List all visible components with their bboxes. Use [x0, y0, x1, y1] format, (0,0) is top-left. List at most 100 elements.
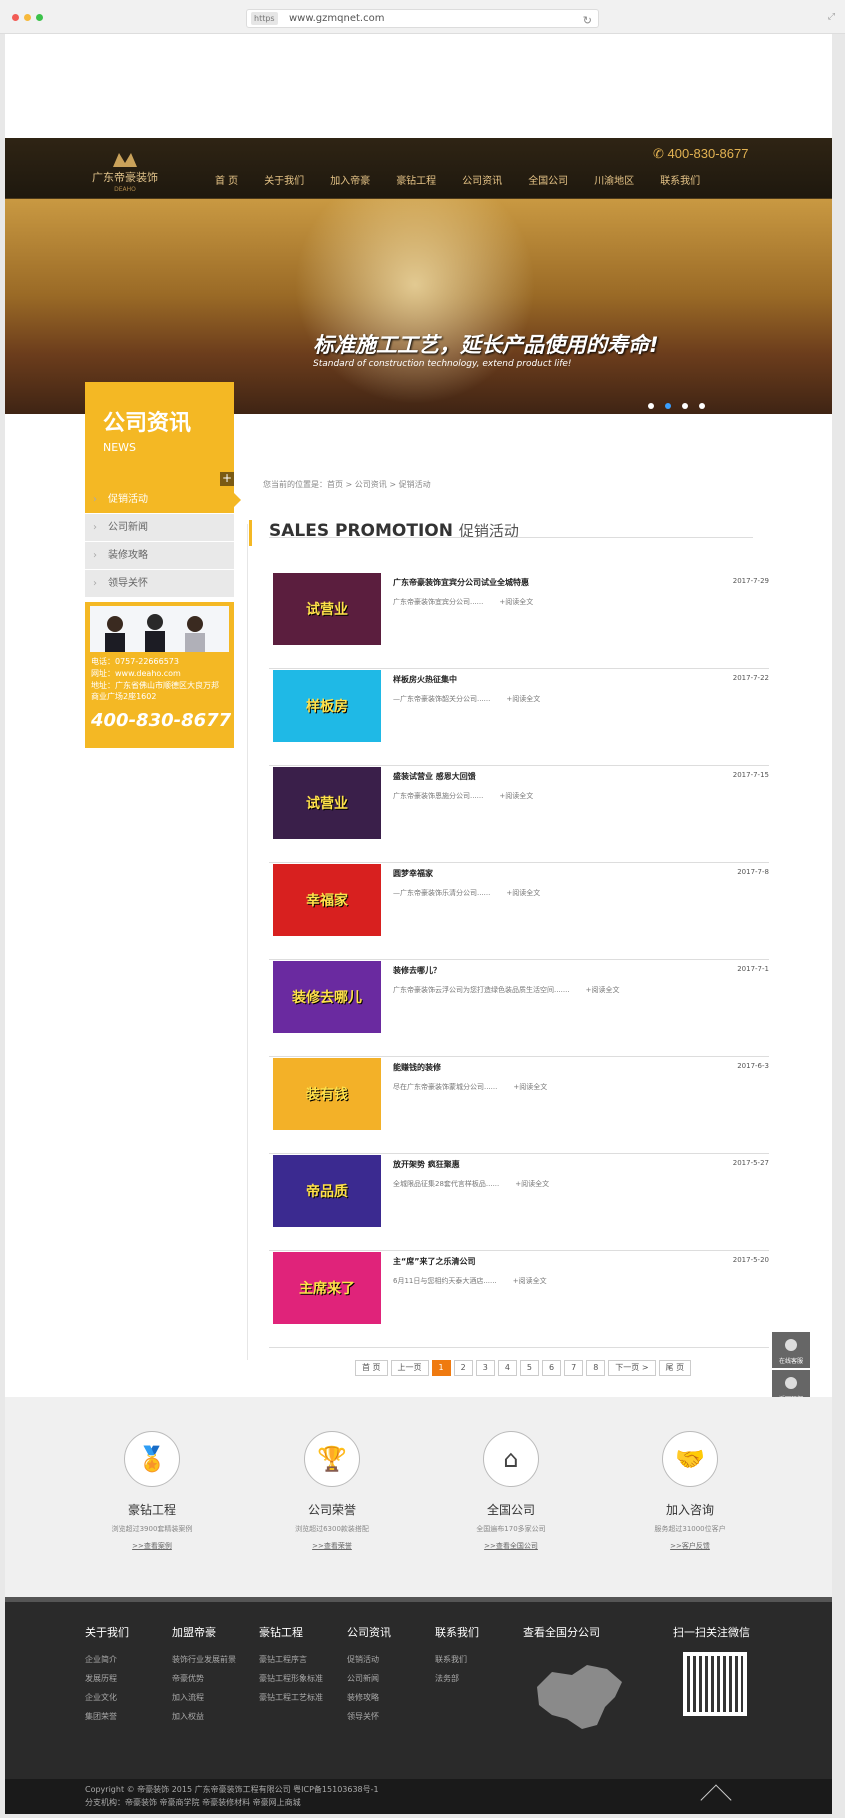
page-number[interactable]: 8	[586, 1360, 606, 1376]
page-number[interactable]: 2	[453, 1360, 473, 1376]
service-link[interactable]: >>查看案例	[87, 1541, 217, 1551]
footer-link[interactable]: 公司新闻	[347, 1673, 391, 1684]
footer-link[interactable]: 联系我们	[435, 1654, 479, 1665]
nav-item-about[interactable]: 关于我们	[264, 172, 304, 187]
service-link[interactable]: >>客户反馈	[625, 1541, 755, 1551]
footer-link[interactable]: 发展历程	[85, 1673, 129, 1684]
news-row[interactable]: 帝品质 放开架势 疯狂聚惠 全城限品征集28套代言样板品...... +阅读全文 201…	[269, 1155, 769, 1251]
sidebar-item-leaders[interactable]: 领导关怀	[85, 570, 234, 598]
logo-text: 广东帝豪装饰	[92, 170, 158, 184]
sidebar-item-promotion[interactable]: 促销活动	[85, 486, 241, 514]
news-row[interactable]: 试营业 广东帝豪装饰宜宾分公司试业全城特惠 广东帝豪装饰宜宾分公司...... +阅读…	[269, 573, 769, 669]
footer-col-title: 联系我们	[435, 1626, 479, 1639]
footer-link[interactable]: 豪钻工程工艺标准	[259, 1692, 323, 1703]
service-link[interactable]: >>查看全国公司	[446, 1541, 576, 1551]
news-thumbnail[interactable]: 主席来了	[273, 1252, 381, 1324]
page-prev[interactable]: 上一页	[390, 1360, 429, 1376]
page-number[interactable]: 4	[497, 1360, 517, 1376]
page-number[interactable]: 3	[475, 1360, 495, 1376]
page-number[interactable]: 6	[542, 1360, 562, 1376]
news-row[interactable]: 主席来了 主“席”来了之乐清公司 6月11日与您相约天泰大酒店...... +阅读全文…	[269, 1252, 769, 1348]
reload-icon[interactable]: ↻	[583, 12, 592, 29]
news-row[interactable]: 幸福家 圆梦幸福家 —广东帝豪装饰乐清分公司...... +阅读全文 2017-7-8	[269, 864, 769, 960]
news-thumbnail[interactable]: 样板房	[273, 670, 381, 742]
carousel-dot[interactable]	[699, 403, 705, 409]
page-number[interactable]: 5	[519, 1360, 540, 1376]
news-title[interactable]: 样板房火热征集中	[393, 674, 457, 685]
read-more-link[interactable]: +阅读全文	[499, 598, 533, 606]
news-row[interactable]: 试营业 盛装试营业 感恩大回馈 广东帝豪装饰恩施分公司...... +阅读全文 2017…	[269, 767, 769, 863]
sidebar-item-company-news[interactable]: 公司新闻	[85, 514, 234, 542]
sidebar-item-guide[interactable]: 装修攻略	[85, 542, 234, 570]
nav-item-chuanyu[interactable]: 川渝地区	[594, 172, 634, 187]
page-last[interactable]: 尾 页	[658, 1360, 692, 1376]
footer-link[interactable]: 法务部	[435, 1673, 479, 1684]
close-dot-icon[interactable]	[12, 14, 19, 21]
read-more-link[interactable]: +阅读全文	[513, 1277, 547, 1285]
news-row[interactable]: 装有钱 能赚钱的装修 尽在广东帝豪装饰蒙城分公司...... +阅读全文 2017-6-…	[269, 1058, 769, 1154]
news-row[interactable]: 样板房 样板房火热征集中 —广东帝豪装饰韶关分公司...... +阅读全文 2017-7…	[269, 670, 769, 766]
home-icon[interactable]: ⌂	[483, 1431, 539, 1487]
minimize-dot-icon[interactable]	[24, 14, 31, 21]
read-more-link[interactable]: +阅读全文	[513, 1083, 547, 1091]
footer-link[interactable]: 企业简介	[85, 1654, 129, 1665]
nav-item-home[interactable]: 首 页	[215, 172, 238, 187]
news-thumbnail[interactable]: 幸福家	[273, 864, 381, 936]
expand-icon[interactable]: ⤢	[828, 12, 835, 22]
footer-link[interactable]: 装修攻略	[347, 1692, 391, 1703]
footer-link[interactable]: 促销活动	[347, 1654, 391, 1665]
online-service-button[interactable]: 在线客服	[772, 1332, 810, 1368]
nav-item-news[interactable]: 公司资讯	[462, 172, 502, 187]
pagination: 首 页 上一页 1 2 3 4 5 6 7 8 下一页 > 尾 页	[355, 1360, 694, 1376]
read-more-link[interactable]: +阅读全文	[499, 792, 533, 800]
news-title[interactable]: 放开架势 疯狂聚惠	[393, 1159, 460, 1170]
footer-link[interactable]: 豪钻工程序言	[259, 1654, 323, 1665]
page-first[interactable]: 首 页	[355, 1360, 388, 1376]
read-more-link[interactable]: +阅读全文	[506, 889, 540, 897]
maximize-dot-icon[interactable]	[36, 14, 43, 21]
news-title[interactable]: 盛装试营业 感恩大回馈	[393, 771, 476, 782]
page-next[interactable]: 下一页 >	[608, 1360, 656, 1376]
address-bar[interactable]: https www.gzmqnet.com ↻	[246, 9, 599, 28]
footer-link[interactable]: 领导关怀	[347, 1711, 391, 1722]
nav-item-projects[interactable]: 豪钻工程	[396, 172, 436, 187]
nav-item-branches[interactable]: 全国公司	[528, 172, 568, 187]
news-thumbnail[interactable]: 帝品质	[273, 1155, 381, 1227]
footer-link[interactable]: 企业文化	[85, 1692, 129, 1703]
news-title[interactable]: 广东帝豪装饰宜宾分公司试业全城特惠	[393, 577, 529, 588]
news-thumbnail-text: 样板房	[306, 699, 348, 715]
logo-icon[interactable]: 广东帝豪装饰 DEAHO	[85, 145, 165, 193]
china-map-icon[interactable]	[527, 1657, 632, 1737]
news-title[interactable]: 能赚钱的装修	[393, 1062, 441, 1073]
trophy-icon[interactable]: 🏆	[304, 1431, 360, 1487]
news-title[interactable]: 圆梦幸福家	[393, 868, 433, 879]
page-number-current[interactable]: 1	[431, 1360, 451, 1376]
carousel-dot-active[interactable]	[665, 403, 671, 409]
carousel-dot[interactable]	[648, 403, 654, 409]
news-thumbnail[interactable]: 试营业	[273, 767, 381, 839]
medal-icon[interactable]: 🏅	[124, 1431, 180, 1487]
read-more-link[interactable]: +阅读全文	[586, 986, 620, 994]
page-number[interactable]: 7	[564, 1360, 584, 1376]
read-more-link[interactable]: +阅读全文	[515, 1180, 549, 1188]
news-title[interactable]: 装修去哪儿？	[393, 965, 441, 976]
carousel-dot[interactable]	[682, 403, 688, 409]
footer-link[interactable]: 集团荣誉	[85, 1711, 129, 1722]
footer-link[interactable]: 帝豪优势	[172, 1673, 236, 1684]
nav-item-join[interactable]: 加入帝豪	[330, 172, 370, 187]
footer-link[interactable]: 加入权益	[172, 1711, 236, 1722]
news-thumbnail[interactable]: 装修去哪儿	[273, 961, 381, 1033]
handshake-icon[interactable]: 🤝	[662, 1431, 718, 1487]
footer-col-title: 豪钻工程	[259, 1626, 303, 1639]
service-link[interactable]: >>查看荣誉	[267, 1541, 397, 1551]
scroll-up-icon[interactable]	[700, 1784, 732, 1816]
news-thumbnail[interactable]: 装有钱	[273, 1058, 381, 1130]
read-more-link[interactable]: +阅读全文	[506, 695, 540, 703]
footer-link[interactable]: 装饰行业发展前景	[172, 1654, 236, 1665]
news-thumbnail[interactable]: 试营业	[273, 573, 381, 645]
nav-item-contact[interactable]: 联系我们	[660, 172, 700, 187]
footer-link[interactable]: 豪钻工程形象标准	[259, 1673, 323, 1684]
news-row[interactable]: 装修去哪儿 装修去哪儿？ 广东帝豪装饰云浮公司为您打造绿色装品质生活空间......…	[269, 961, 769, 1057]
news-title[interactable]: 主“席”来了之乐清公司	[393, 1256, 476, 1267]
footer-link[interactable]: 加入流程	[172, 1692, 236, 1703]
